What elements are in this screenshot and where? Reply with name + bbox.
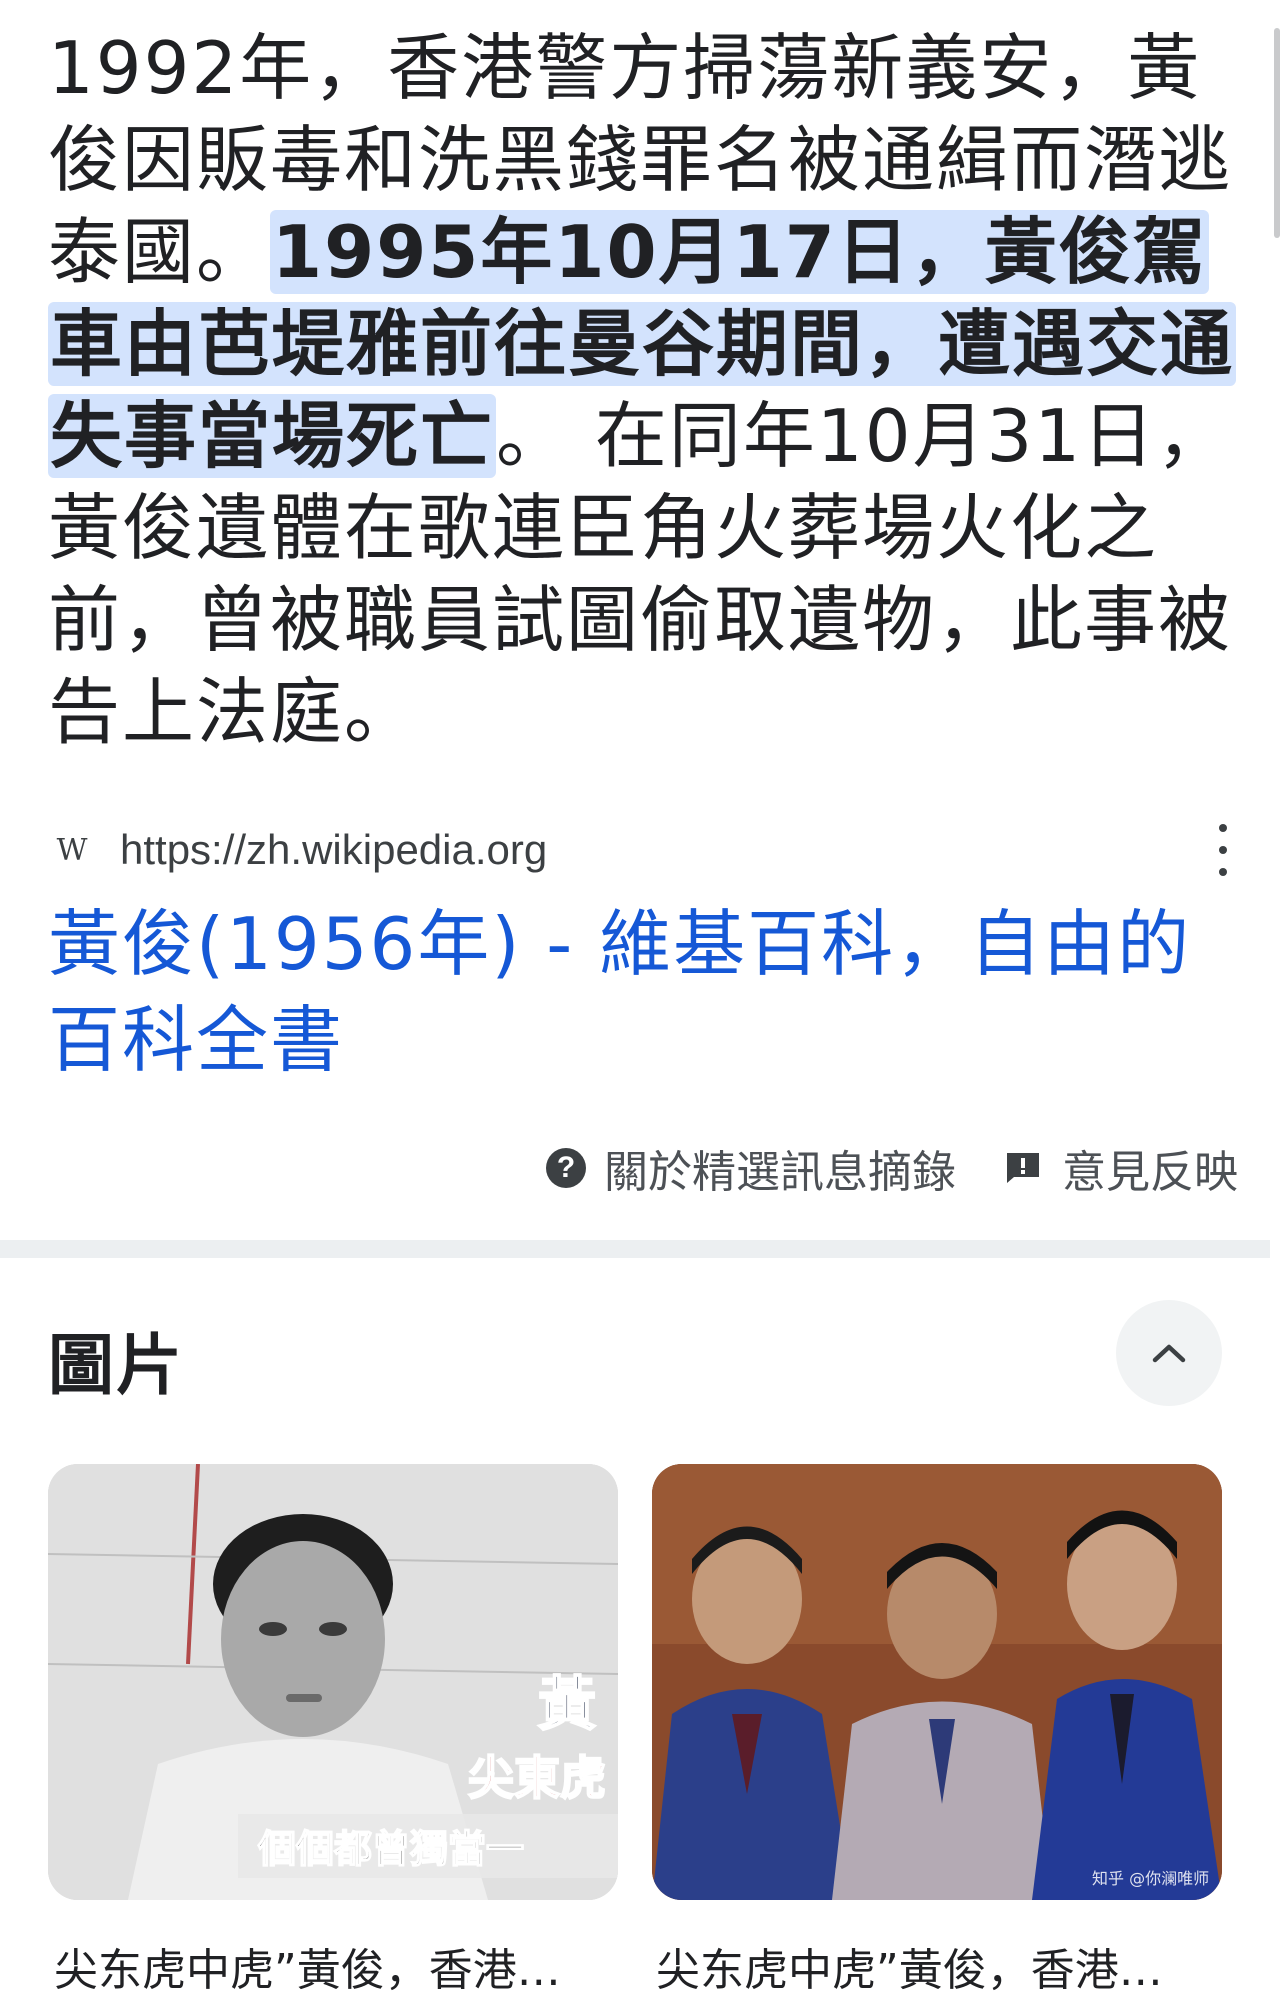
feedback-icon (1007, 1153, 1039, 1183)
section-divider (0, 1240, 1270, 1258)
snippet-text: 1992年，香港警方掃蕩新義安，黃俊因販毒和洗黑錢罪名被通緝而潛逃泰國。1995… (48, 22, 1238, 758)
result-title-link[interactable]: 黃俊(1956年) - 維基百科，自由的百科全書 (48, 896, 1238, 1088)
image-1-overlay-name: 黃 (538, 1670, 596, 1738)
image-2-caption[interactable]: 尖东虎中虎”黃俊，香港… (656, 1934, 1226, 1998)
image-result-2[interactable]: 知乎 @你澜唯师 (652, 1464, 1222, 1900)
feedback-button[interactable]: 意見反映 (1004, 1136, 1238, 1200)
image-1-caption[interactable]: 尖东虎中虎”黃俊，香港… (54, 1934, 624, 1998)
source-url[interactable]: https://zh.wikipedia.org (120, 826, 547, 874)
images-section: 圖片 黃 尖東虎 個個都曾獨當一 知乎 @你澜唯师 尖东虎中虎”黃俊，香港… 尖… (0, 1258, 1284, 1996)
help-icon: ? (546, 1148, 586, 1188)
image-1-overlay-bottom: 個個都曾獨當一 (257, 1827, 524, 1871)
wikipedia-icon: W (56, 832, 88, 868)
feedback-label: 意見反映 (1062, 1147, 1238, 1198)
image-1-overlay-sub: 尖東虎 (468, 1751, 606, 1805)
scrollbar-thumb[interactable] (1274, 28, 1280, 238)
image-result-1[interactable]: 黃 尖東虎 個個都曾獨當一 (48, 1464, 618, 1900)
image-1-photo: 黃 尖東虎 個個都曾獨當一 (48, 1464, 618, 1900)
chevron-up-icon (1152, 1344, 1186, 1363)
image-2-watermark: 知乎 @你澜唯师 (1092, 1869, 1209, 1888)
more-vert-icon[interactable] (1208, 824, 1238, 876)
snippet-footer: ? 關於精選訊息摘錄 意見反映 (498, 1138, 1238, 1198)
collapse-button[interactable] (1116, 1300, 1222, 1406)
about-snippets-button[interactable]: ? 關於精選訊息摘錄 (546, 1136, 956, 1200)
about-snippets-label: 關於精選訊息摘錄 (604, 1147, 956, 1198)
source-row[interactable]: W https://zh.wikipedia.org (48, 818, 1238, 882)
featured-snippet: 1992年，香港警方掃蕩新義安，黃俊因販毒和洗黑錢罪名被通緝而潛逃泰國。1995… (0, 0, 1284, 1240)
image-2-photo: 知乎 @你澜唯师 (652, 1464, 1222, 1900)
images-heading: 圖片 (48, 1327, 184, 1404)
